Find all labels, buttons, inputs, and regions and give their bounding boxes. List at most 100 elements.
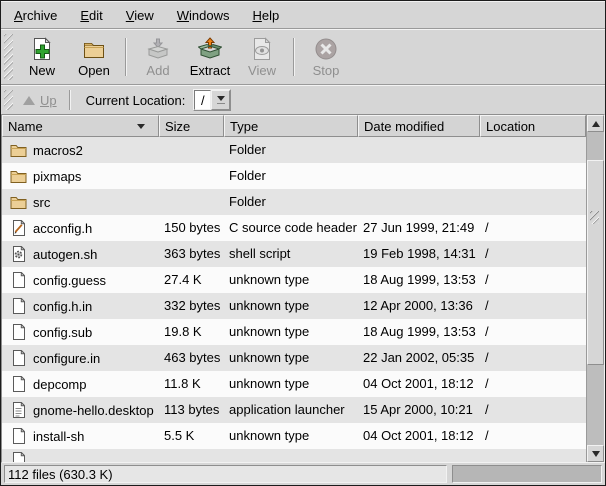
file-name: gnome-hello.desktop: [33, 403, 154, 418]
vertical-scrollbar[interactable]: [586, 115, 604, 462]
size-cell: 27.4 K: [159, 267, 224, 293]
table-row[interactable]: config.guess 27.4 K unknown type 18 Aug …: [2, 267, 586, 293]
table-row[interactable]: pixmaps Folder: [2, 163, 586, 189]
column-header-size[interactable]: Size: [159, 115, 224, 137]
document-icon: [9, 272, 27, 288]
add-button: Add: [132, 33, 184, 81]
table-row[interactable]: config.h.in 332 bytes unknown type 12 Ap…: [2, 293, 586, 319]
menu-archive[interactable]: Archive: [7, 5, 64, 26]
size-cell: 463 bytes: [159, 345, 224, 371]
table-row-partial[interactable]: [2, 449, 586, 462]
table-row[interactable]: src Folder: [2, 189, 586, 215]
file-name: pixmaps: [33, 169, 81, 184]
size-cell: 332 bytes: [159, 293, 224, 319]
table-row[interactable]: install-sh 5.5 K unknown type 04 Oct 200…: [2, 423, 586, 449]
location-cell: /: [480, 345, 586, 371]
new-archive-icon: [30, 37, 54, 61]
location-bar-separator: [69, 90, 71, 110]
location-bar: Up Current Location: /: [1, 86, 605, 114]
table-row[interactable]: depcomp 11.8 K unknown type 04 Oct 2001,…: [2, 371, 586, 397]
progress-bar: [452, 465, 602, 483]
table-row[interactable]: acconfig.h 150 bytes C source code heade…: [2, 215, 586, 241]
open-label: Open: [78, 63, 110, 78]
type-cell: unknown type: [224, 293, 358, 319]
extract-label: Extract: [190, 63, 230, 78]
name-cell: config.sub: [2, 319, 159, 345]
location-cell: /: [480, 215, 586, 241]
up-arrow-icon: [23, 96, 35, 105]
column-header-date-modified[interactable]: Date modified: [358, 115, 480, 137]
type-cell: Folder: [224, 189, 358, 215]
scrollbar-thumb[interactable]: [587, 160, 604, 365]
open-archive-icon: [82, 37, 106, 61]
view-button: View: [236, 33, 288, 81]
table-row[interactable]: config.sub 19.8 K unknown type 18 Aug 19…: [2, 319, 586, 345]
type-cell: unknown type: [224, 345, 358, 371]
date-cell: 27 Jun 1999, 21:49: [358, 215, 480, 241]
location-cell: [480, 137, 586, 163]
type-cell: unknown type: [224, 371, 358, 397]
scroll-up-button[interactable]: [587, 115, 604, 132]
column-header-location[interactable]: Location: [480, 115, 586, 137]
name-cell: autogen.sh: [2, 241, 159, 267]
location-bar-drag-handle[interactable]: [4, 90, 13, 110]
document-icon: [9, 449, 27, 462]
document-icon: [9, 428, 27, 444]
name-cell: config.guess: [2, 267, 159, 293]
table-row[interactable]: gnome-hello.desktop 113 bytes applicatio…: [2, 397, 586, 423]
file-name: acconfig.h: [33, 221, 92, 236]
name-header-label: Name: [8, 119, 43, 134]
size-cell: [159, 137, 224, 163]
name-cell: [2, 449, 159, 462]
location-dropdown-button[interactable]: [211, 90, 230, 110]
location-cell: /: [480, 423, 586, 449]
status-bar: 112 files (630.3 K): [1, 463, 605, 485]
date-cell: 04 Oct 2001, 18:12: [358, 371, 480, 397]
toolbar-drag-handle[interactable]: [4, 34, 13, 80]
extract-button[interactable]: Extract: [184, 33, 236, 81]
stop-icon: [314, 37, 338, 61]
table-row[interactable]: autogen.sh 363 bytes shell script 19 Feb…: [2, 241, 586, 267]
type-cell: unknown type: [224, 319, 358, 345]
archive-manager-window: Archive Edit View Windows Help New Open: [0, 0, 606, 486]
add-files-icon: [146, 37, 170, 61]
date-cell: 18 Aug 1999, 13:53: [358, 319, 480, 345]
date-cell: 19 Feb 1998, 14:31: [358, 241, 480, 267]
sort-down-icon: [137, 124, 145, 129]
new-button[interactable]: New: [16, 33, 68, 81]
up-button: Up: [16, 91, 64, 110]
menu-view[interactable]: View: [119, 5, 161, 26]
table-row[interactable]: macros2 Folder: [2, 137, 586, 163]
file-name: config.guess: [33, 273, 106, 288]
scrollbar-grip: [590, 211, 599, 224]
current-location-label: Current Location:: [86, 93, 186, 108]
c-source-file-icon: [9, 220, 27, 236]
date-cell: 22 Jan 2002, 05:35: [358, 345, 480, 371]
type-cell: shell script: [224, 241, 358, 267]
menu-help[interactable]: Help: [245, 5, 286, 26]
location-entry[interactable]: /: [194, 90, 211, 110]
menu-windows[interactable]: Windows: [170, 5, 237, 26]
size-cell: 19.8 K: [159, 319, 224, 345]
scroll-down-button[interactable]: [587, 445, 604, 462]
shell-script-icon: [9, 246, 27, 262]
column-header-type[interactable]: Type: [224, 115, 358, 137]
type-cell: unknown type: [224, 267, 358, 293]
scroll-down-icon: [592, 451, 600, 457]
open-button[interactable]: Open: [68, 33, 120, 81]
name-cell: gnome-hello.desktop: [2, 397, 159, 423]
menu-bar: Archive Edit View Windows Help: [1, 1, 605, 28]
name-cell: configure.in: [2, 345, 159, 371]
table-body: macros2 Folder pixmaps Folder: [2, 137, 586, 462]
date-cell: [358, 163, 480, 189]
size-cell: 5.5 K: [159, 423, 224, 449]
type-cell: unknown type: [224, 423, 358, 449]
location-cell: [480, 189, 586, 215]
menu-edit[interactable]: Edit: [73, 5, 109, 26]
table-row[interactable]: configure.in 463 bytes unknown type 22 J…: [2, 345, 586, 371]
column-header-name[interactable]: Name: [2, 115, 159, 137]
toolbar-separator: [125, 38, 127, 76]
status-text: 112 files (630.3 K): [4, 465, 447, 483]
location-cell: /: [480, 371, 586, 397]
size-cell: [159, 163, 224, 189]
